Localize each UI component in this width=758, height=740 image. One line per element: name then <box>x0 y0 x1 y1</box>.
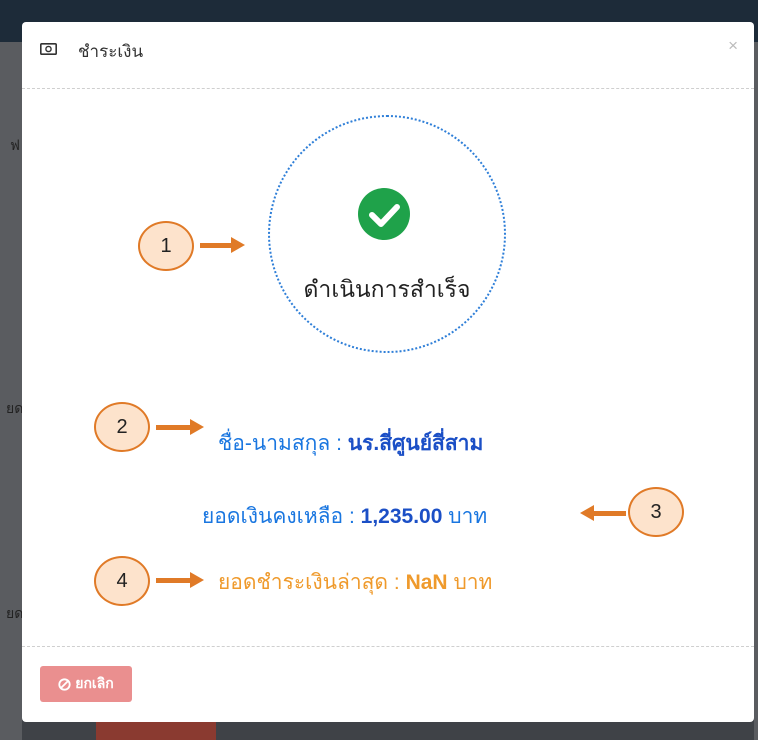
cancel-label: ยกเลิก <box>75 675 114 691</box>
callout-marker: 2 <box>94 402 150 452</box>
close-button[interactable]: × <box>728 36 738 56</box>
status-message: ดำเนินการสำเร็จ <box>303 276 471 302</box>
background-text: ฟ <box>10 137 20 153</box>
background-panel-right <box>754 42 758 740</box>
modal-title: ชำระเงิน <box>78 42 144 61</box>
payment-modal: ชำระเงิน × ดำเนินการสำเร็จ 1 2 ชื่อ-นามส… <box>22 22 754 722</box>
background-text: ยด <box>6 605 24 621</box>
name-value: นร.สี่ศูนย์สี่สาม <box>347 432 484 455</box>
student-name-row: ชื่อ-นามสกุล : นร.สี่ศูนย์สี่สาม <box>218 427 483 460</box>
latest-payment-label: ยอดชำระเงินล่าสุด : <box>218 571 400 594</box>
callout-arrow <box>156 572 204 588</box>
latest-payment-value: NaN <box>405 571 448 594</box>
latest-payment-row: ยอดชำระเงินล่าสุด : NaN บาท <box>218 566 492 599</box>
background-text: ยด <box>6 400 24 416</box>
balance-row: ยอดเงินคงเหลือ : 1,235.00 บาท <box>202 500 487 533</box>
latest-payment-unit: บาท <box>453 571 493 594</box>
money-bill-icon <box>40 43 57 55</box>
name-label: ชื่อ-นามสกุล : <box>218 432 342 455</box>
background-image <box>96 722 216 740</box>
callout-marker: 3 <box>628 487 684 537</box>
modal-header: ชำระเงิน × <box>22 22 754 89</box>
balance-label: ยอดเงินคงเหลือ : <box>202 505 355 528</box>
balance-value: 1,235.00 <box>360 505 443 528</box>
callout-arrow <box>156 419 204 435</box>
callout-arrow <box>200 237 245 253</box>
cancel-button[interactable]: ยกเลิก <box>40 666 132 702</box>
ban-icon <box>58 677 71 691</box>
check-circle-icon <box>358 188 410 240</box>
callout-arrow <box>580 505 626 521</box>
modal-footer: ยกเลิก <box>22 646 754 723</box>
callout-marker: 1 <box>138 221 194 271</box>
callout-marker: 4 <box>94 556 150 606</box>
balance-unit: บาท <box>448 505 488 528</box>
